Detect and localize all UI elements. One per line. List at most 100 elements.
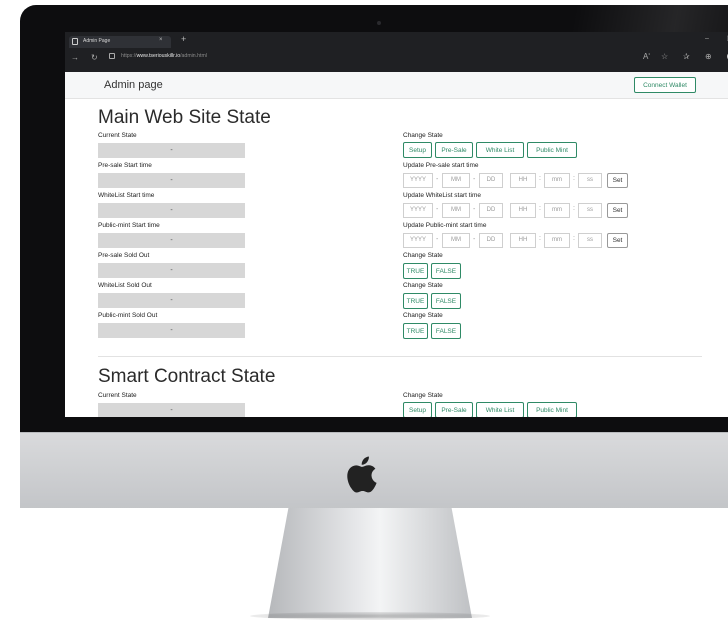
navbar: Admin page Connect Wallet: [65, 72, 728, 99]
date-separator: -: [473, 176, 476, 183]
date-separator: -: [473, 206, 476, 213]
contract-whitelist-button[interactable]: White List: [476, 402, 524, 417]
camera-dot: [377, 21, 381, 25]
imac-bezel: Admin Page × + – ❐ → ↻ https://www.tseri…: [20, 5, 728, 508]
time-separator: :: [573, 175, 575, 182]
presale-start-label: Pre-sale Start time: [98, 162, 152, 169]
set-whitelist-button[interactable]: Set: [607, 203, 628, 218]
year-field[interactable]: YYYY: [403, 203, 433, 218]
browser-chrome: Admin Page × + – ❐ → ↻ https://www.tseri…: [65, 32, 728, 72]
publicmint-true-button[interactable]: TRUE: [403, 323, 428, 339]
current-state-label: Current State: [98, 132, 137, 139]
publicmint-soldout-label: Public-mint Sold Out: [98, 312, 158, 319]
time-separator: :: [573, 205, 575, 212]
presale-soldout-value: -: [98, 263, 245, 278]
contract-publicmint-button[interactable]: Public Mint: [527, 402, 577, 417]
publicmint-false-button[interactable]: FALSE: [431, 323, 461, 339]
presale-true-button[interactable]: TRUE: [403, 263, 428, 279]
time-separator: :: [539, 205, 541, 212]
date-separator: -: [436, 236, 439, 243]
hour-field[interactable]: HH: [510, 203, 536, 218]
whitelist-soldout-label: WhiteList Sold Out: [98, 282, 152, 289]
second-field[interactable]: ss: [578, 173, 602, 188]
tab-title: Admin Page: [83, 38, 111, 44]
month-field[interactable]: MM: [442, 233, 470, 248]
forward-icon[interactable]: →: [71, 53, 79, 62]
presale-false-button[interactable]: FALSE: [431, 263, 461, 279]
favorites-list-icon[interactable]: ✰: [683, 52, 690, 61]
month-field[interactable]: MM: [442, 173, 470, 188]
day-field[interactable]: DD: [479, 233, 503, 248]
time-separator: :: [573, 235, 575, 242]
stand-shadow: [250, 612, 490, 620]
presale-button[interactable]: Pre-Sale: [435, 142, 473, 158]
address-bar[interactable]: https://www.tseriouskillr.io/admin.html: [121, 53, 207, 59]
screen: Admin Page × + – ❐ → ↻ https://www.tseri…: [65, 32, 728, 417]
presale-soldout-change-label: Change State: [403, 252, 443, 259]
minute-field[interactable]: mm: [544, 233, 570, 248]
favorite-icon[interactable]: ☆: [661, 52, 668, 61]
whitelist-false-button[interactable]: FALSE: [431, 293, 461, 309]
presale-update-label: Update Pre-sale start time: [403, 162, 479, 169]
hour-field[interactable]: HH: [510, 233, 536, 248]
contract-section-title: Smart Contract State: [98, 366, 276, 387]
month-field[interactable]: MM: [442, 203, 470, 218]
presale-start-value: -: [98, 173, 245, 188]
set-publicmint-button[interactable]: Set: [607, 233, 628, 248]
url-path: /admin.html: [180, 53, 207, 59]
refresh-icon[interactable]: ↻: [91, 53, 98, 62]
minute-field[interactable]: mm: [544, 173, 570, 188]
web-page: Admin page Connect Wallet Main Web Site …: [65, 72, 728, 417]
whitelist-update-label: Update WhiteList start time: [403, 192, 482, 199]
hour-field[interactable]: HH: [510, 173, 536, 188]
date-separator: -: [436, 206, 439, 213]
minute-field[interactable]: mm: [544, 203, 570, 218]
whitelist-soldout-change-label: Change State: [403, 282, 443, 289]
read-aloud-icon[interactable]: Aʹ: [643, 52, 650, 61]
whitelist-soldout-value: -: [98, 293, 245, 308]
navbar-brand[interactable]: Admin page: [104, 79, 163, 91]
minimize-icon[interactable]: –: [705, 35, 709, 42]
date-separator: -: [473, 236, 476, 243]
url-host: www.tseriouskillr.io: [136, 53, 181, 59]
close-tab-icon[interactable]: ×: [159, 37, 163, 43]
contract-presale-button[interactable]: Pre-Sale: [435, 402, 473, 417]
url-prefix: https://: [121, 53, 137, 59]
date-separator: -: [436, 176, 439, 183]
collections-icon[interactable]: ⊕: [705, 52, 712, 61]
browser-tab[interactable]: Admin Page ×: [69, 36, 171, 48]
change-state-label: Change State: [403, 132, 443, 139]
whitelist-start-label: WhiteList Start time: [98, 192, 155, 199]
new-tab-icon[interactable]: +: [181, 34, 186, 44]
day-field[interactable]: DD: [479, 173, 503, 188]
lock-icon: [109, 53, 115, 59]
contract-change-state-label: Change State: [403, 392, 443, 399]
current-state-value: -: [98, 143, 245, 158]
year-field[interactable]: YYYY: [403, 233, 433, 248]
apple-logo-icon: [347, 456, 377, 493]
setup-button[interactable]: Setup: [403, 142, 432, 158]
set-presale-button[interactable]: Set: [607, 173, 628, 188]
contract-current-state-label: Current State: [98, 392, 137, 399]
year-field[interactable]: YYYY: [403, 173, 433, 188]
time-separator: :: [539, 235, 541, 242]
time-separator: :: [539, 175, 541, 182]
imac-stand: [268, 508, 472, 618]
second-field[interactable]: ss: [578, 203, 602, 218]
contract-setup-button[interactable]: Setup: [403, 402, 432, 417]
publicmint-start-value: -: [98, 233, 245, 248]
publicmint-soldout-change-label: Change State: [403, 312, 443, 319]
connect-wallet-button[interactable]: Connect Wallet: [634, 77, 696, 93]
day-field[interactable]: DD: [479, 203, 503, 218]
publicmint-update-label: Update Public-mint start time: [403, 222, 487, 229]
main-section-title: Main Web Site State: [98, 107, 271, 128]
second-field[interactable]: ss: [578, 233, 602, 248]
publicmint-start-label: Public-mint Start time: [98, 222, 160, 229]
whitelist-start-value: -: [98, 203, 245, 218]
publicmint-button[interactable]: Public Mint: [527, 142, 577, 158]
page-icon: [72, 38, 78, 45]
publicmint-soldout-value: -: [98, 323, 245, 338]
whitelist-button[interactable]: White List: [476, 142, 524, 158]
presale-soldout-label: Pre-sale Sold Out: [98, 252, 150, 259]
whitelist-true-button[interactable]: TRUE: [403, 293, 428, 309]
